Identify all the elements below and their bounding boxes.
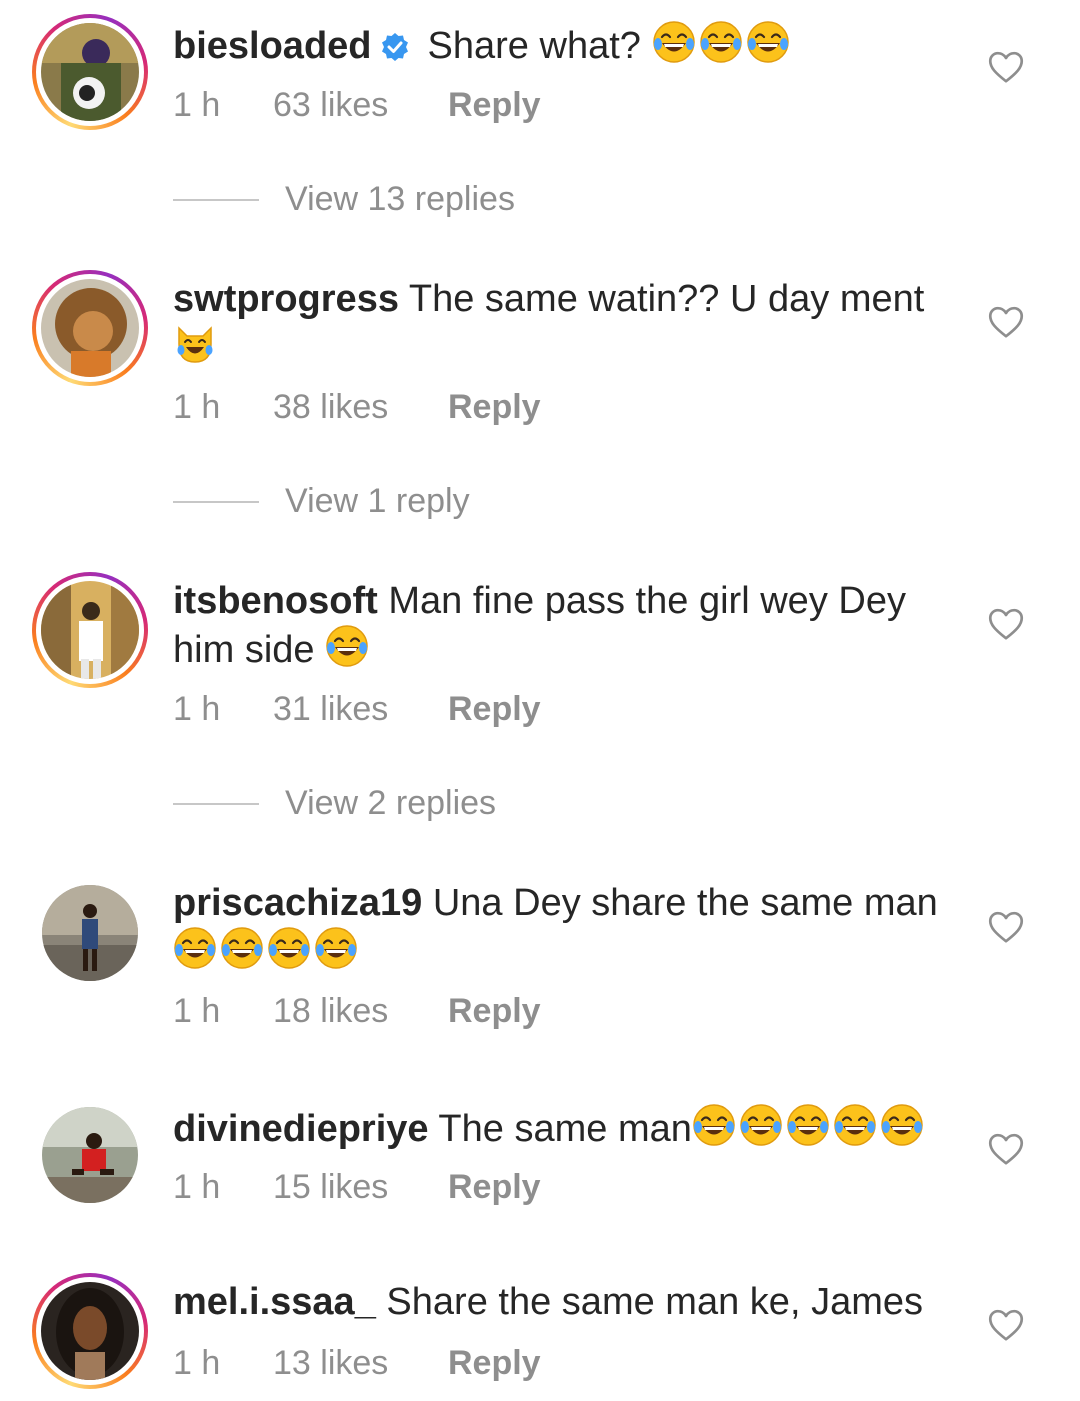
comment-username[interactable]: swtprogress <box>173 278 399 320</box>
avatar-inner <box>36 1277 144 1385</box>
avatar-wrap[interactable] <box>32 1097 148 1213</box>
comment-time: 1 h <box>173 86 221 124</box>
comment-meta: 1 h 63 likes Reply <box>173 86 541 125</box>
comment-body: Share what? <box>428 25 793 67</box>
comment-username[interactable]: priscachiza19 <box>173 882 422 924</box>
avatar <box>42 1107 138 1203</box>
comment-text: swtprogress The same watin?? U day ment <box>173 276 963 371</box>
avatar <box>41 1282 139 1380</box>
cat-with-tears-of-joy-emoji <box>173 322 217 366</box>
comment-body: Share the same man ke, James <box>386 1281 923 1323</box>
reply-button[interactable]: Reply <box>448 690 541 729</box>
comment-time: 1 h <box>173 992 221 1030</box>
heart-icon[interactable] <box>988 910 1024 944</box>
comment-likes[interactable]: 13 likes <box>273 1344 448 1383</box>
avatar-inner <box>36 18 144 126</box>
face-with-tears-of-joy-emoji <box>173 926 217 970</box>
comment-body: The same man <box>438 1108 927 1150</box>
comment-text: priscachiza19 Una Dey share the same man <box>173 880 963 975</box>
reply-button[interactable]: Reply <box>448 388 541 427</box>
comment-text: mel.i.ssaa_ Share the same man ke, James <box>173 1279 963 1325</box>
heart-icon[interactable] <box>988 50 1024 84</box>
avatar-story-ring[interactable] <box>32 270 148 386</box>
avatar-story-ring[interactable] <box>32 572 148 688</box>
reply-button[interactable]: Reply <box>448 1168 541 1207</box>
avatar <box>41 581 139 679</box>
reply-button[interactable]: Reply <box>448 992 541 1031</box>
comment-likes[interactable]: 38 likes <box>273 388 448 427</box>
face-with-tears-of-joy-emoji <box>220 926 264 970</box>
view-replies-button[interactable]: View 2 replies <box>173 784 496 823</box>
comment-username[interactable]: mel.i.ssaa_ <box>173 1281 376 1323</box>
heart-icon[interactable] <box>988 607 1024 641</box>
comment-username[interactable]: divinediepriye <box>173 1108 429 1150</box>
avatar <box>42 885 138 981</box>
view-replies-label[interactable]: View 2 replies <box>285 784 496 823</box>
avatar-inner <box>36 576 144 684</box>
face-with-tears-of-joy-emoji <box>652 20 696 64</box>
comment-time: 1 h <box>173 1168 221 1206</box>
avatar-inner <box>36 274 144 382</box>
avatar <box>41 23 139 121</box>
heart-icon[interactable] <box>988 1308 1024 1342</box>
comment-likes[interactable]: 63 likes <box>273 86 448 125</box>
comment-meta: 1 h 18 likes Reply <box>173 992 541 1031</box>
comment-username[interactable]: itsbenosoft <box>173 580 378 622</box>
view-replies-label[interactable]: View 1 reply <box>285 482 470 521</box>
face-with-tears-of-joy-emoji <box>267 926 311 970</box>
view-replies-button[interactable]: View 13 replies <box>173 180 515 219</box>
face-with-tears-of-joy-emoji <box>325 624 369 668</box>
avatar <box>41 279 139 377</box>
comment-likes[interactable]: 31 likes <box>273 690 448 729</box>
avatar-wrap[interactable] <box>32 875 148 991</box>
replies-divider <box>173 802 259 805</box>
reply-button[interactable]: Reply <box>448 86 541 125</box>
face-with-tears-of-joy-emoji <box>314 926 358 970</box>
face-with-tears-of-joy-emoji <box>833 1103 877 1147</box>
comment-text: biesloaded Share what? <box>173 20 963 73</box>
comment-time: 1 h <box>173 388 221 426</box>
comment-username[interactable]: biesloaded <box>173 25 372 67</box>
comment-meta: 1 h 15 likes Reply <box>173 1168 541 1207</box>
comment-text: itsbenosoft Man fine pass the girl wey D… <box>173 578 963 673</box>
comment-text: divinediepriye The same man <box>173 1103 963 1152</box>
face-with-tears-of-joy-emoji <box>739 1103 783 1147</box>
comment-meta: 1 h 31 likes Reply <box>173 690 541 729</box>
heart-icon[interactable] <box>988 1132 1024 1166</box>
verified-badge-icon <box>380 27 410 73</box>
face-with-tears-of-joy-emoji <box>880 1103 924 1147</box>
heart-icon[interactable] <box>988 305 1024 339</box>
replies-divider <box>173 500 259 503</box>
comment-likes[interactable]: 15 likes <box>273 1168 448 1207</box>
avatar-story-ring[interactable] <box>32 1273 148 1389</box>
view-replies-label[interactable]: View 13 replies <box>285 180 515 219</box>
face-with-tears-of-joy-emoji <box>699 20 743 64</box>
face-with-tears-of-joy-emoji <box>692 1103 736 1147</box>
face-with-tears-of-joy-emoji <box>786 1103 830 1147</box>
reply-button[interactable]: Reply <box>448 1344 541 1383</box>
comment-time: 1 h <box>173 690 221 728</box>
avatar-story-ring[interactable] <box>32 14 148 130</box>
comment-meta: 1 h 13 likes Reply <box>173 1344 541 1383</box>
replies-divider <box>173 198 259 201</box>
comment-meta: 1 h 38 likes Reply <box>173 388 541 427</box>
comment-likes[interactable]: 18 likes <box>273 992 448 1031</box>
comment-time: 1 h <box>173 1344 221 1382</box>
view-replies-button[interactable]: View 1 reply <box>173 482 470 521</box>
face-with-tears-of-joy-emoji <box>746 20 790 64</box>
